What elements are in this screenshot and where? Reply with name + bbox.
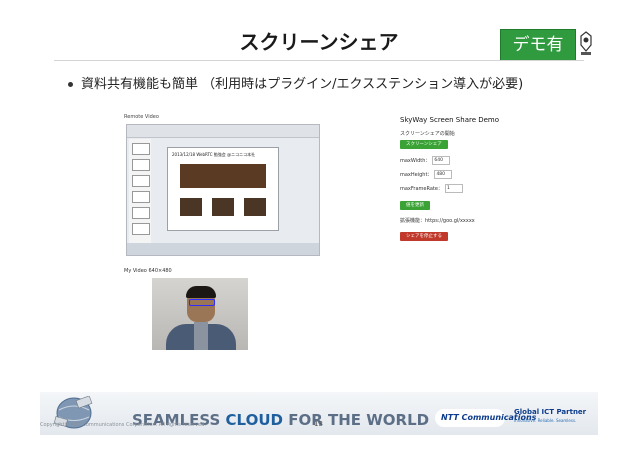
global-ict-partner-logo: Global ICT Partner Innovative. Reliable.… — [514, 408, 587, 423]
apply-settings-button[interactable]: 値を更新 — [400, 201, 430, 210]
page-number: 13 — [314, 420, 323, 428]
max-width-input[interactable]: 640 — [432, 156, 451, 165]
demo-badge: デモ有 — [500, 29, 576, 61]
ppt-thumbnail — [132, 207, 150, 219]
copyright-text: Copyright© NTT Communications Corporatio… — [40, 422, 206, 428]
max-width-row: maxWidth： 640 — [400, 156, 451, 165]
max-frame-label: maxFrameRate： — [400, 186, 443, 192]
bullet-text: 資料共有機能も簡単 （利用時はプラグイン/エクスステンション導入が必要) — [81, 77, 524, 92]
max-height-row: maxHeight： 480 — [400, 170, 453, 179]
ppt-toolbar — [127, 125, 319, 138]
ppt-person-image — [212, 198, 234, 216]
crest-icon — [580, 31, 592, 55]
ppt-thumbnail — [132, 191, 150, 203]
ppt-banner-image — [180, 164, 266, 188]
stop-share-button[interactable]: シェアを停止する — [400, 232, 448, 241]
max-frame-row: maxFrameRate： 1 — [400, 184, 463, 193]
bullet-dot-icon — [68, 82, 73, 87]
share-prompt: スクリーンシェアの開始 — [400, 131, 455, 137]
ntt-logo: NTT Communications — [435, 409, 536, 427]
presentation-slide: スクリーンシェア デモ有 資料共有機能も簡単 （利用時はプラグイン/エクスステン… — [40, 16, 598, 435]
ppt-thumbnail — [132, 223, 150, 235]
camera-video — [152, 278, 248, 350]
ppt-slide-title: 2013/12/18 WebRTC 勉強会 @ニコニコ本社 — [172, 152, 256, 157]
glasses-icon — [189, 299, 215, 306]
bullet-item: 資料共有機能も簡単 （利用時はプラグイン/エクスステンション導入が必要) — [68, 73, 523, 92]
ppt-thumbnail — [132, 143, 150, 155]
screen-share-button[interactable]: スクリーンシェア — [400, 140, 448, 149]
skyway-demo-title: SkyWay Screen Share Demo — [400, 116, 500, 124]
max-width-label: maxWidth： — [400, 158, 431, 164]
remote-screen-label: Remote Video — [124, 114, 159, 120]
extension-link[interactable]: 拡張機能：https://goo.gl/xxxxx — [400, 217, 475, 224]
max-frame-input[interactable]: 1 — [444, 184, 463, 193]
ppt-thumbnail — [132, 175, 150, 187]
shared-screen: 2013/12/18 WebRTC 勉強会 @ニコニコ本社 — [126, 124, 320, 256]
ppt-person-image — [244, 198, 266, 216]
ppt-person-image — [180, 198, 202, 216]
title-bar: スクリーンシェア デモ有 — [40, 16, 598, 61]
max-height-input[interactable]: 480 — [434, 170, 453, 179]
camera-label: My Video 640×480 — [124, 268, 172, 274]
ppt-slide-thumbnails — [129, 139, 151, 251]
ppt-statusbar — [127, 243, 319, 255]
max-height-label: maxHeight： — [400, 172, 433, 178]
ppt-main-slide: 2013/12/18 WebRTC 勉強会 @ニコニコ本社 — [167, 147, 279, 231]
ppt-thumbnail — [132, 159, 150, 171]
title-divider — [54, 60, 584, 61]
footer-banner: SEAMLESS CLOUD FOR THE WORLD NTT Communi… — [40, 392, 598, 435]
